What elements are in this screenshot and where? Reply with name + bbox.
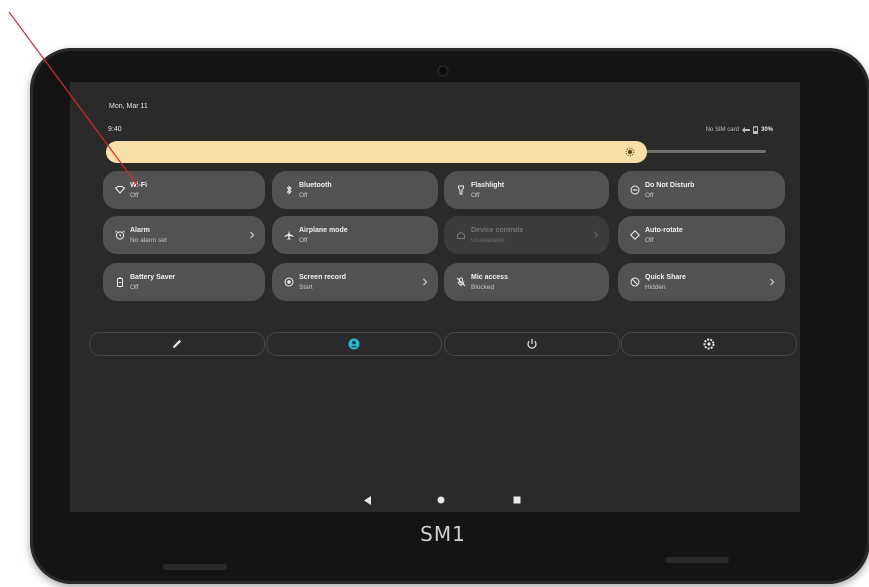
annotation-pointer-arrow bbox=[8, 11, 139, 187]
